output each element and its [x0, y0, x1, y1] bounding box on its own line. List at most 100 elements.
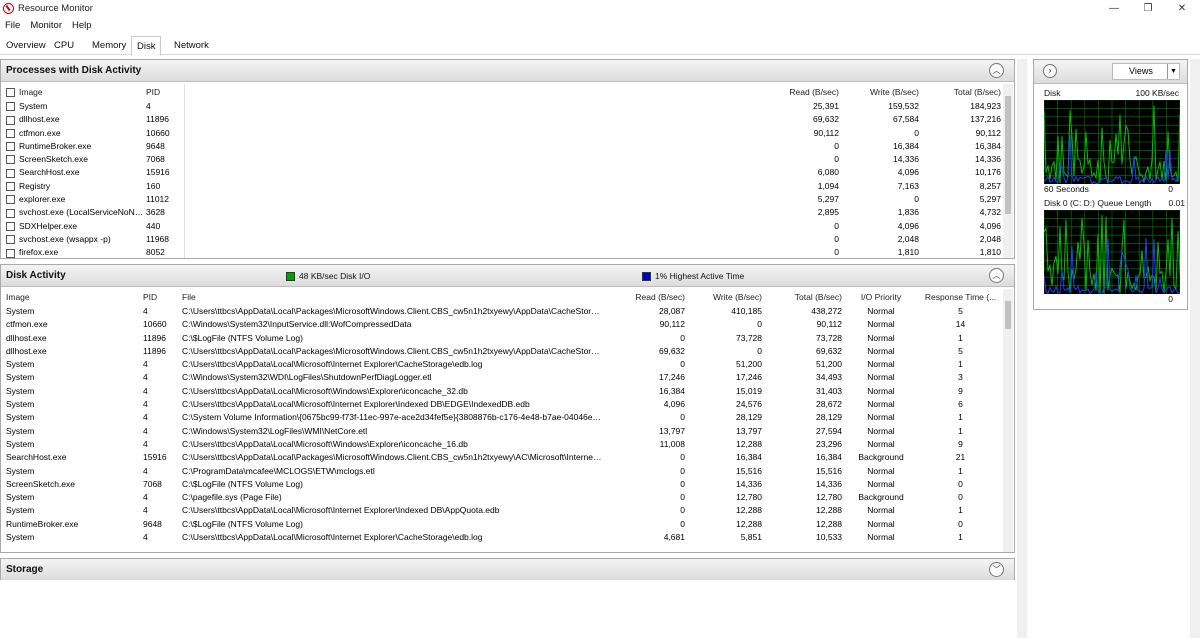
- table-row[interactable]: System 4 C:\pagefile.sys (Page File) 0 12,78…: [1, 491, 1001, 504]
- process-image[interactable]: svchost.exe (wsappx -p): [1, 233, 146, 246]
- menu-file[interactable]: File: [0, 18, 25, 34]
- table-row[interactable]: System 4 C:\System Volume Information\{067…: [1, 411, 1001, 424]
- chevron-right-icon[interactable]: ›: [1043, 64, 1057, 78]
- collapse-icon[interactable]: ︿: [989, 63, 1004, 78]
- column-header-read[interactable]: Read (B/sec): [602, 289, 685, 305]
- row-checkbox[interactable]: [6, 128, 15, 138]
- table-row[interactable]: svchost.exe (LocalServiceNoNet... 3628 2,8…: [1, 206, 1001, 220]
- table-row[interactable]: explorer.exe 11012 5,297 0 5,297: [1, 193, 1001, 207]
- table-row[interactable]: System 4 C:\Users\ttbcs\AppData\Local\Micr…: [1, 358, 1001, 371]
- column-header-total[interactable]: Total (B/sec): [762, 289, 842, 305]
- main-scrollbar[interactable]: [1017, 59, 1027, 638]
- table-row[interactable]: Registry 160 1,094 7,163 8,257: [1, 179, 1001, 194]
- tab-disk[interactable]: Disk: [131, 36, 162, 56]
- process-image[interactable]: Registry: [1, 180, 146, 193]
- table-row[interactable]: System 4 C:\Users\ttbcs\AppData\Local\Micr…: [1, 385, 1001, 398]
- table-row[interactable]: ctfmon.exe 10660 C:\Windows\System32\Input…: [1, 318, 1001, 331]
- row-checkbox[interactable]: [6, 248, 15, 258]
- process-image[interactable]: firefox.exe: [1, 246, 146, 258]
- row-checkbox[interactable]: [6, 221, 15, 231]
- table-row[interactable]: dllhost.exe 11896 69,632 67,584 137,216: [1, 113, 1001, 127]
- table-row[interactable]: System 4 C:\Users\ttbcs\AppData\Local\Micr…: [1, 438, 1001, 451]
- tab-network[interactable]: Network: [169, 36, 214, 55]
- table-row[interactable]: firefox.exe 8052 0 1,810 1,810: [1, 246, 1001, 258]
- collapse-icon[interactable]: ︿: [989, 268, 1004, 283]
- process-image[interactable]: SearchHost.exe: [1, 166, 146, 179]
- table-row[interactable]: SDXHelper.exe 440 0 4,096 4,096: [1, 219, 1001, 233]
- views-dropdown[interactable]: Views ▼: [1112, 63, 1180, 80]
- tab-cpu[interactable]: CPU: [49, 36, 79, 55]
- disk-activity-scroll-thumb[interactable]: [1005, 301, 1011, 329]
- column-header-file[interactable]: File: [182, 289, 602, 305]
- menu-help[interactable]: Help: [67, 18, 97, 34]
- maximize-button[interactable]: ❐: [1130, 0, 1166, 18]
- row-checkbox[interactable]: [6, 182, 15, 192]
- process-pid: 11896: [146, 114, 170, 125]
- table-row[interactable]: System 4 C:\Users\ttbcs\AppData\Local\Micr…: [1, 504, 1001, 517]
- row-checkbox[interactable]: [6, 142, 15, 152]
- processes-header[interactable]: Processes with Disk Activity ︿: [1, 60, 1014, 82]
- process-image[interactable]: explorer.exe: [1, 193, 146, 206]
- table-row[interactable]: SearchHost.exe 15916 6,080 4,096 10,176: [1, 166, 1001, 180]
- column-header-image[interactable]: Image: [1, 289, 143, 305]
- tab-memory[interactable]: Memory: [87, 36, 131, 55]
- row-checkbox[interactable]: [6, 195, 15, 205]
- expand-icon[interactable]: ﹀: [989, 562, 1004, 577]
- process-image[interactable]: ScreenSketch.exe: [1, 153, 146, 166]
- row-checkbox[interactable]: [6, 102, 15, 112]
- processes-scroll-thumb[interactable]: [1005, 96, 1011, 214]
- process-image[interactable]: RuntimeBroker.exe: [1, 140, 146, 153]
- close-button[interactable]: ✕: [1164, 0, 1200, 18]
- disk-total: 12,288: [816, 505, 842, 516]
- process-write: 7,163: [897, 180, 919, 191]
- disk-pid: 4: [143, 505, 148, 516]
- process-total: 8,257: [979, 180, 1001, 191]
- table-row[interactable]: System 4 C:\ProgramData\mcafee\MCLOGS\ETW\…: [1, 465, 1001, 478]
- chevron-down-icon[interactable]: ▼: [1167, 64, 1179, 79]
- table-row[interactable]: SearchHost.exe 15916 C:\Users\ttbcs\AppDat…: [1, 451, 1001, 464]
- table-row[interactable]: RuntimeBroker.exe 9648 C:\$LogFile (NTFS V…: [1, 518, 1001, 531]
- table-row[interactable]: ctfmon.exe 10660 90,112 0 90,112: [1, 126, 1001, 140]
- process-image[interactable]: dllhost.exe: [1, 113, 146, 126]
- process-image[interactable]: System: [1, 100, 146, 113]
- process-image[interactable]: svchost.exe (LocalServiceNoNet...: [1, 206, 146, 219]
- column-header-read[interactable]: Read (B/sec): [754, 84, 839, 100]
- table-row[interactable]: ScreenSketch.exe 7068 0 14,336 14,336: [1, 153, 1001, 167]
- minimize-button[interactable]: —: [1096, 0, 1132, 18]
- panel-scrollbar[interactable]: [1190, 59, 1200, 638]
- column-header-pid[interactable]: PID: [146, 84, 184, 100]
- table-row[interactable]: dllhost.exe 11896 C:\Users\ttbcs\AppData\L…: [1, 345, 1001, 358]
- table-row[interactable]: System 4 C:\Windows\System32\WDI\LogFiles\…: [1, 371, 1001, 384]
- row-checkbox[interactable]: [6, 115, 15, 125]
- row-checkbox[interactable]: [6, 235, 15, 245]
- tab-overview[interactable]: Overview: [1, 36, 51, 55]
- column-header-write[interactable]: Write (B/sec): [839, 84, 919, 100]
- table-row[interactable]: System 4 C:\Users\ttbcs\AppData\Local\Micr…: [1, 398, 1001, 411]
- menu-monitor[interactable]: Monitor: [25, 18, 67, 34]
- table-row[interactable]: System 4 C:\Users\ttbcs\AppData\Local\Pack…: [1, 305, 1001, 318]
- select-all-checkbox[interactable]: [6, 88, 15, 98]
- table-row[interactable]: System 4 25,391 159,532 184,923: [1, 100, 1001, 114]
- column-header-response-time[interactable]: Response Time (...: [920, 289, 1001, 305]
- disk-activity-header[interactable]: Disk Activity 48 KB/sec Disk I/O 1% High…: [1, 265, 1014, 287]
- table-row[interactable]: ScreenSketch.exe 7068 C:\$LogFile (NTFS Vo…: [1, 478, 1001, 491]
- process-image[interactable]: ctfmon.exe: [1, 127, 146, 140]
- row-checkbox[interactable]: [6, 155, 15, 165]
- row-checkbox[interactable]: [6, 208, 15, 218]
- column-header-io-priority[interactable]: I/O Priority: [842, 289, 920, 305]
- processes-scrollbar[interactable]: [1003, 84, 1013, 258]
- column-header-image[interactable]: Image: [1, 84, 146, 100]
- table-row[interactable]: RuntimeBroker.exe 9648 0 16,384 16,384: [1, 139, 1001, 154]
- column-header-write[interactable]: Write (B/sec): [685, 289, 762, 305]
- table-row[interactable]: System 4 C:\Users\ttbcs\AppData\Local\Micr…: [1, 531, 1001, 544]
- disk-activity-scrollbar[interactable]: [1003, 289, 1013, 552]
- storage-header[interactable]: Storage ﹀: [1, 559, 1014, 580]
- column-header-total[interactable]: Total (B/sec): [919, 84, 1001, 100]
- column-header-pid[interactable]: PID: [143, 289, 182, 305]
- process-read: 0: [834, 220, 839, 231]
- process-image[interactable]: SDXHelper.exe: [1, 220, 146, 233]
- table-row[interactable]: svchost.exe (wsappx -p) 11968 0 2,048 2,048: [1, 232, 1001, 247]
- table-row[interactable]: System 4 C:\Windows\System32\LogFiles\WMI\…: [1, 425, 1001, 438]
- table-row[interactable]: dllhost.exe 11896 C:\$LogFile (NTFS Volume…: [1, 332, 1001, 345]
- row-checkbox[interactable]: [6, 168, 15, 178]
